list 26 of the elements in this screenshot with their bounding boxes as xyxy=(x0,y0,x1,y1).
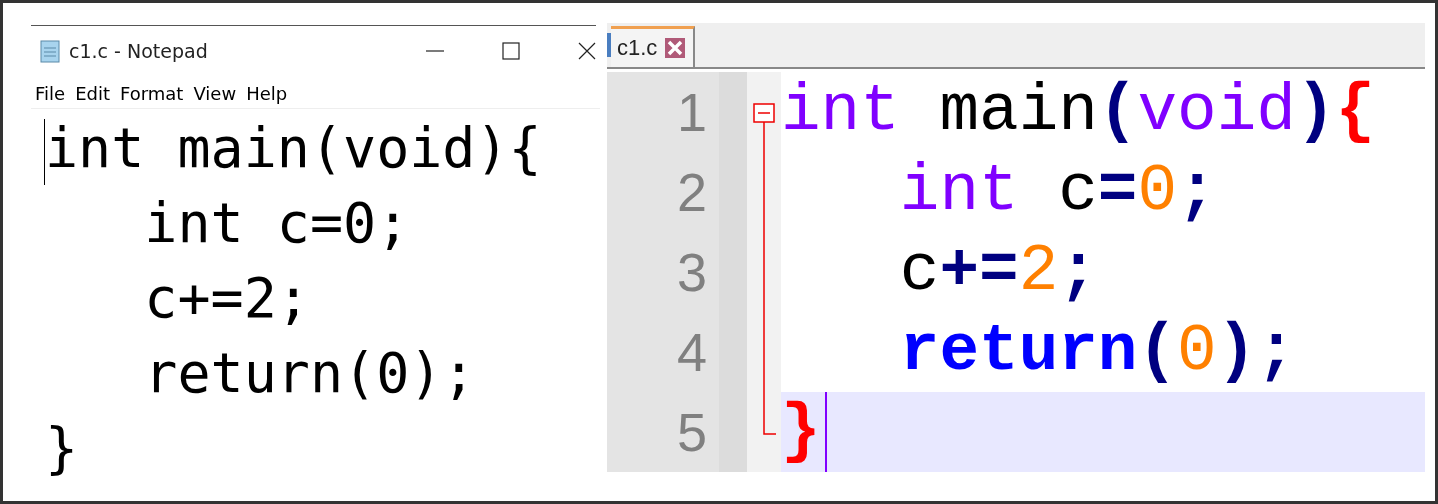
menu-item[interactable]: Format xyxy=(120,83,184,104)
close-icon[interactable] xyxy=(578,41,596,60)
code-line: int c=0; xyxy=(899,153,1217,231)
menu-item[interactable]: Edit xyxy=(75,83,110,104)
code-line: c+=2; xyxy=(143,265,311,332)
notepad-icon xyxy=(39,38,61,63)
code-line: int main(void){ xyxy=(45,115,543,182)
line-number: 4 xyxy=(607,312,747,392)
code-line: int c=0; xyxy=(143,190,411,257)
code-line: return(0); xyxy=(899,313,1296,391)
code-line: } xyxy=(781,393,821,471)
code-line: int main(void){ xyxy=(781,73,1376,151)
line-number: 3 xyxy=(607,232,747,312)
code-line: c+=2; xyxy=(899,233,1098,311)
code-line: return(0); xyxy=(143,340,477,407)
line-number: 2 xyxy=(607,152,747,232)
line-number: 1 xyxy=(607,72,747,152)
window-title: c1.c - Notepad xyxy=(69,39,209,62)
fold-marker-drawing[interactable] xyxy=(752,103,776,435)
menu-item[interactable]: Help xyxy=(246,83,288,104)
code-line: } xyxy=(45,415,80,482)
file-tab[interactable]: c1.c xyxy=(611,26,696,67)
menu-item[interactable]: View xyxy=(193,83,237,104)
maximize-icon[interactable] xyxy=(502,41,520,60)
line-number: 5 xyxy=(607,392,747,472)
menu-item[interactable]: File xyxy=(35,83,66,104)
